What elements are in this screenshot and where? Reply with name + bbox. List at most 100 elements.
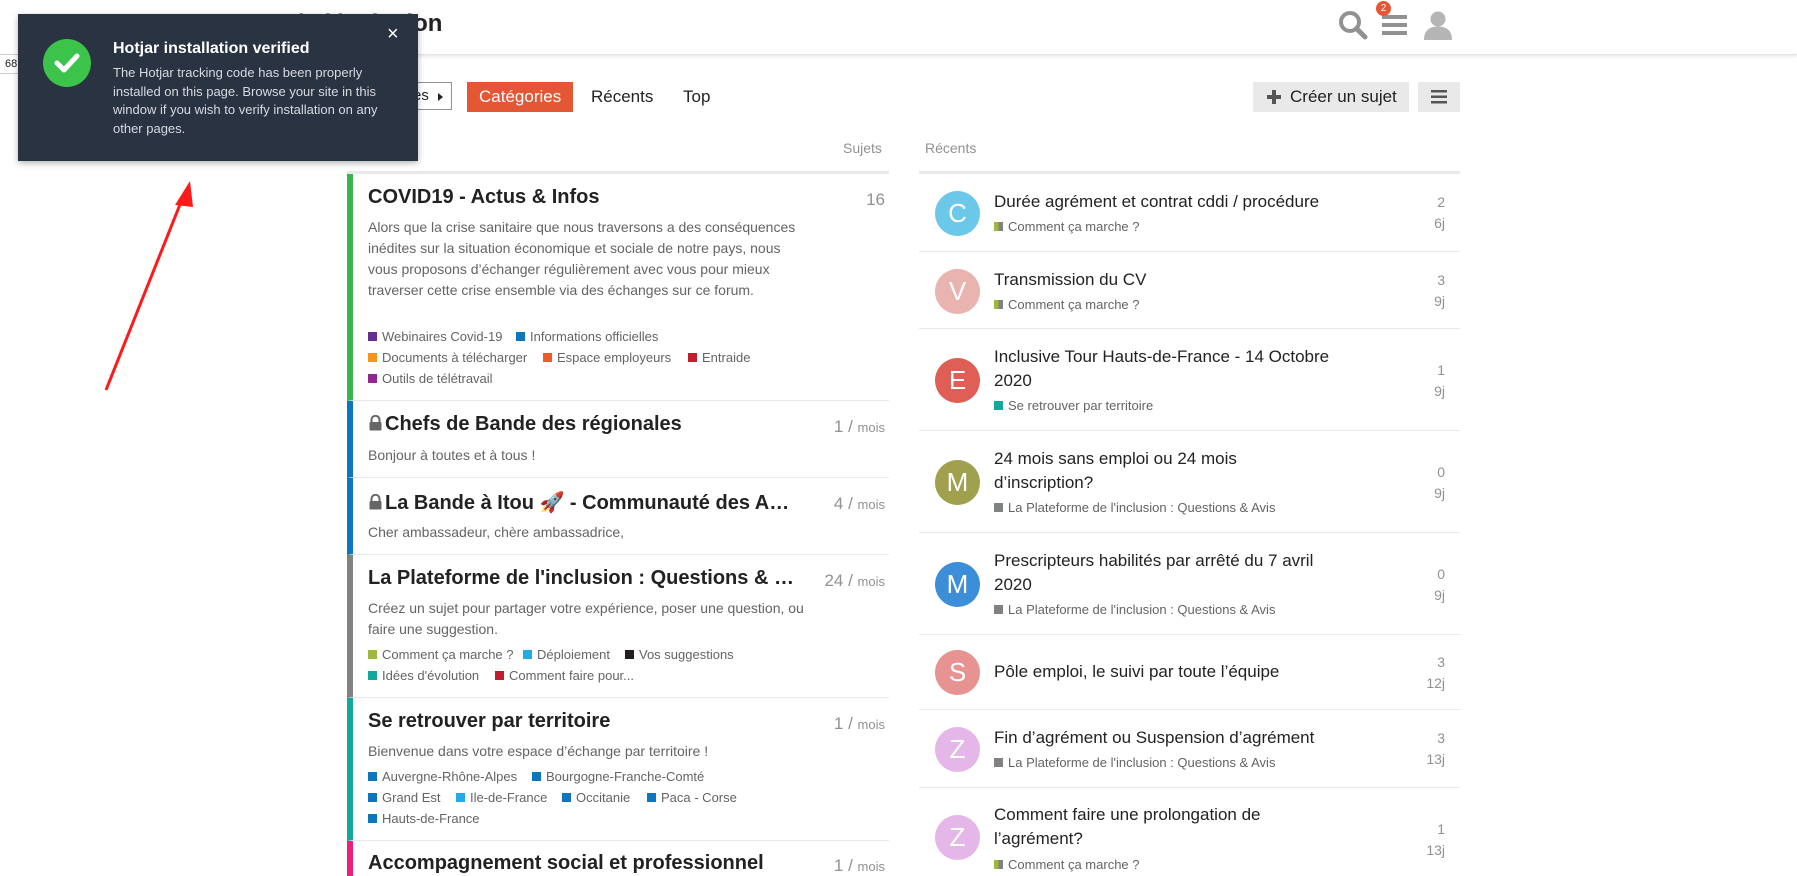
subcategory-link[interactable]: Vos suggestions: [625, 647, 734, 662]
avatar[interactable]: S: [935, 650, 980, 695]
category-title[interactable]: Chefs de Bande des régionales: [368, 413, 682, 436]
subcategory-link[interactable]: Idées d'évolution: [368, 668, 479, 683]
topic-category[interactable]: Comment ça marche ?: [994, 857, 1140, 872]
avatar[interactable]: Z: [935, 727, 980, 772]
user-avatar-icon[interactable]: [1421, 8, 1455, 42]
avatar[interactable]: V: [935, 269, 980, 314]
subcategory-color-swatch: [368, 374, 377, 383]
subcategory-color-swatch: [562, 793, 571, 802]
category-title[interactable]: Se retrouver par territoire: [368, 710, 610, 733]
topic-category[interactable]: Comment ça marche ?: [994, 297, 1140, 312]
topic-age[interactable]: 13j: [1426, 751, 1445, 767]
topic-age[interactable]: 12j: [1426, 675, 1445, 691]
category-row[interactable]: La Plateforme de l'inclusion : Questions…: [347, 555, 889, 698]
topic-title[interactable]: Fin d’agrément ou Suspension d’agrément: [994, 726, 1334, 750]
topic-category-label: Comment ça marche ?: [1008, 297, 1140, 312]
topic-post-count: 0: [1437, 464, 1445, 480]
topic-title[interactable]: Durée agrément et contrat cddi / procédu…: [994, 190, 1334, 214]
topic-category[interactable]: La Plateforme de l'inclusion : Questions…: [994, 602, 1275, 617]
subcategory-label: Idées d'évolution: [382, 668, 480, 683]
subcategory-link[interactable]: Grand Est: [368, 790, 441, 805]
category-color-swatch: [994, 605, 1003, 614]
category-row[interactable]: Accompagnement social et professionnel 1…: [347, 841, 889, 876]
avatar[interactable]: E: [935, 358, 980, 403]
subcategory-link[interactable]: Hauts-de-France: [368, 811, 480, 826]
category-title[interactable]: COVID19 - Actus & Infos: [368, 186, 600, 209]
topic-age[interactable]: 6j: [1434, 215, 1445, 231]
recent-topic-row[interactable]: V Transmission du CV Comment ça marche ?…: [919, 252, 1460, 329]
topic-title[interactable]: 24 mois sans emploi ou 24 mois d’inscrip…: [994, 447, 1334, 495]
subcategory-link[interactable]: Webinaires Covid-19: [368, 329, 502, 344]
recent-topic-row[interactable]: M 24 mois sans emploi ou 24 mois d’inscr…: [919, 431, 1460, 533]
topic-category-label: Comment ça marche ?: [1008, 219, 1140, 234]
category-row[interactable]: COVID19 - Actus & Infos 16 Alors que la …: [347, 174, 889, 401]
recent-topic-row[interactable]: C Durée agrément et contrat cddi / procé…: [919, 174, 1460, 252]
subcategory-link[interactable]: Ile-de-France: [456, 790, 547, 805]
category-color-swatch: [994, 222, 1003, 231]
notification-badge[interactable]: 2: [1376, 1, 1391, 16]
recent-topic-row[interactable]: M Prescripteurs habilités par arrêté du …: [919, 533, 1460, 635]
topic-category[interactable]: La Plateforme de l'inclusion : Questions…: [994, 755, 1275, 770]
topic-category[interactable]: La Plateforme de l'inclusion : Questions…: [994, 500, 1275, 515]
avatar[interactable]: Z: [935, 815, 980, 860]
category-row[interactable]: Se retrouver par territoire 1 / mois Bie…: [347, 698, 889, 841]
topic-age[interactable]: 13j: [1426, 842, 1445, 858]
subcategory-color-swatch: [368, 772, 377, 781]
count-value: 24: [824, 571, 844, 590]
subcategory-link[interactable]: Espace employeurs: [543, 350, 671, 365]
tab-top[interactable]: Top: [671, 82, 722, 112]
subcategory-link[interactable]: Documents à télécharger: [368, 350, 527, 365]
subcategory-label: Déploiement: [537, 647, 610, 662]
subcategory-link[interactable]: Informations officielles: [516, 329, 658, 344]
subcategory-link[interactable]: Paca - Corse: [647, 790, 737, 805]
category-title[interactable]: Accompagnement social et professionnel: [368, 852, 764, 875]
subcategory-link[interactable]: Entraide: [688, 350, 750, 365]
tab-recent[interactable]: Récents: [579, 82, 665, 112]
topic-age[interactable]: 9j: [1434, 587, 1445, 603]
recent-topic-row[interactable]: S Pôle emploi, le suivi par toute l’équi…: [919, 635, 1460, 710]
category-title[interactable]: La Bande à Itou 🚀 - Communauté des A…: [368, 490, 789, 515]
category-row[interactable]: Chefs de Bande des régionales 1 / mois B…: [347, 401, 889, 478]
subcategory-link[interactable]: Bourgogne-Franche-Comté: [532, 769, 704, 784]
tab-categories[interactable]: Catégories: [467, 82, 574, 112]
subcategory-label: Outils de télétravail: [382, 371, 493, 386]
topic-category[interactable]: Comment ça marche ?: [994, 219, 1140, 234]
topic-title[interactable]: Prescripteurs habilités par arrêté du 7 …: [994, 549, 1334, 597]
create-topic-button[interactable]: Créer un sujet: [1253, 82, 1409, 112]
topic-title[interactable]: Inclusive Tour Hauts-de-France - 14 Octo…: [994, 345, 1334, 393]
category-topic-count: 1 / mois: [833, 856, 885, 875]
topic-age[interactable]: 9j: [1434, 383, 1445, 399]
category-row[interactable]: La Bande à Itou 🚀 - Communauté des A… 4 …: [347, 478, 889, 555]
topic-post-count: 1: [1437, 362, 1445, 378]
recent-topic-row[interactable]: Z Comment faire une prolongation de l’ag…: [919, 788, 1460, 876]
topic-title[interactable]: Pôle emploi, le suivi par toute l’équipe: [994, 660, 1334, 684]
category-title[interactable]: La Plateforme de l'inclusion : Questions…: [368, 567, 794, 590]
topic-age[interactable]: 9j: [1434, 485, 1445, 501]
category-topic-count: 1 / mois: [833, 417, 885, 436]
subcategory-link[interactable]: Comment faire pour...: [495, 668, 634, 683]
subcategory-link[interactable]: Déploiement: [523, 647, 610, 662]
topic-title[interactable]: Transmission du CV: [994, 268, 1334, 292]
subcategory-link[interactable]: Auvergne-Rhône-Alpes: [368, 769, 517, 784]
topic-title[interactable]: Comment faire une prolongation de l’agré…: [994, 803, 1334, 851]
subcategory-label: Occitanie: [576, 790, 631, 805]
topic-age[interactable]: 9j: [1434, 293, 1445, 309]
subcategory-label: Paca - Corse: [661, 790, 737, 805]
avatar[interactable]: M: [935, 460, 980, 505]
lock-icon: [369, 415, 382, 431]
recent-topic-row[interactable]: Z Fin d’agrément ou Suspension d’agrémen…: [919, 710, 1460, 788]
count-unit: mois: [857, 859, 885, 874]
list-options-button[interactable]: [1418, 82, 1460, 112]
subcategory-link[interactable]: Comment ça marche ?: [368, 647, 514, 662]
subcategory-color-swatch: [532, 772, 541, 781]
subcategory-label: Webinaires Covid-19: [382, 329, 503, 344]
topic-category[interactable]: Se retrouver par territoire: [994, 398, 1153, 413]
close-icon[interactable]: ×: [387, 24, 399, 44]
search-icon[interactable]: [1336, 8, 1370, 42]
avatar[interactable]: M: [935, 562, 980, 607]
recent-topic-row[interactable]: E Inclusive Tour Hauts-de-France - 14 Oc…: [919, 329, 1460, 431]
subcategory-link[interactable]: Outils de télétravail: [368, 371, 493, 386]
topics-column-head: Sujets: [843, 140, 882, 156]
avatar[interactable]: C: [935, 191, 980, 236]
subcategory-link[interactable]: Occitanie: [562, 790, 630, 805]
